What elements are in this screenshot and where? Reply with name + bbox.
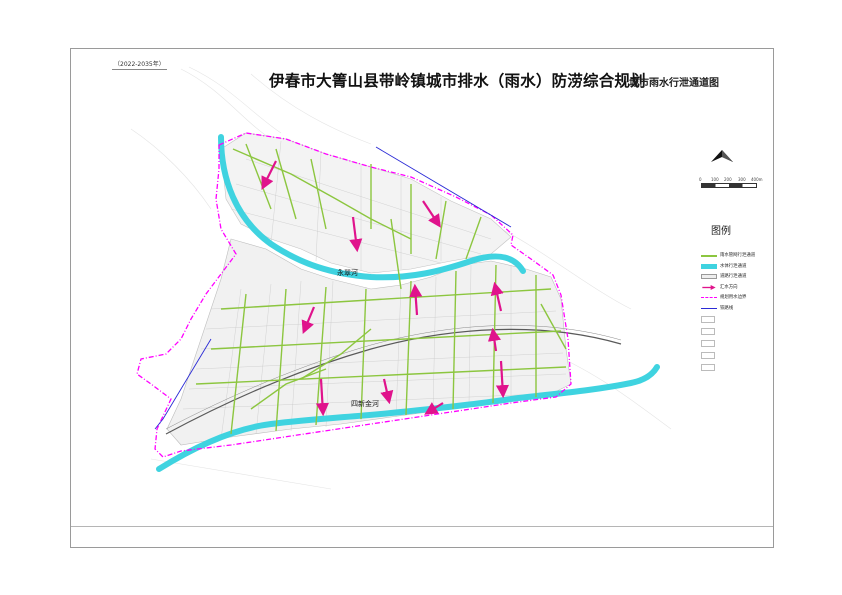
legend-label: 汇水方向 [720,284,738,290]
legend-swatch-road [701,274,717,279]
legend-arrow-icon [702,284,716,290]
scale-tick-3: 300 [738,177,746,182]
legend-empty-row [701,338,743,350]
legend-label: 规划用水边界 [720,295,747,300]
north-river-label: 永翠河 [337,269,358,277]
legend-swatch-water [701,263,717,269]
drainage-map [130,66,672,490]
legend: 雨水管网行泄通道 水体行泄通道 道路行泄通道 汇水方向 规划用水边界 铁路线 [701,251,755,374]
legend-row-rail: 铁路线 [701,304,743,315]
legend-swatch-boundary [701,297,717,298]
map-sheet: （2022-2035年） 伊春市大箐山县带岭镇城市排水（雨水）防涝综合规划 城市… [70,48,774,548]
legend-row-arrow: 汇水方向 [701,283,743,294]
legend-label: 道路行泄通道 [720,274,747,279]
legend-row-water: 水体行泄通道 [701,262,747,273]
legend-label: 铁路线 [720,305,734,311]
legend-swatch-pipe [701,255,717,257]
frame-divider [71,526,773,527]
legend-empty-box [701,316,715,323]
legend-empty-box [701,352,715,359]
legend-empty-row [701,314,743,326]
legend-empty-row [701,350,743,362]
north-arrow-icon [711,150,733,162]
legend-empty-box [701,364,715,371]
legend-row-boundary: 规划用水边界 [701,293,747,304]
south-river-label: 四新金河 [351,400,379,408]
legend-label: 水体行泄通道 [720,263,747,269]
scale-tick-2: 200 [724,177,732,182]
legend-title: 图例 [711,226,731,237]
scale-tick-0: 0 [699,177,702,182]
legend-swatch-rail [701,307,717,309]
legend-empty-row [701,326,743,338]
legend-empty-box [701,328,715,335]
scale-tick-4: 400m [751,177,763,182]
scale-bar: 0 100 200 300 400m [699,177,763,190]
scale-tick-1: 100 [711,177,719,182]
legend-empty-row [701,362,743,374]
legend-label: 雨水管网行泄通道 [720,253,756,258]
legend-row-road: 道路行泄通道 [701,272,747,283]
legend-row-pipe: 雨水管网行泄通道 [701,251,755,262]
legend-empty-box [701,340,715,347]
